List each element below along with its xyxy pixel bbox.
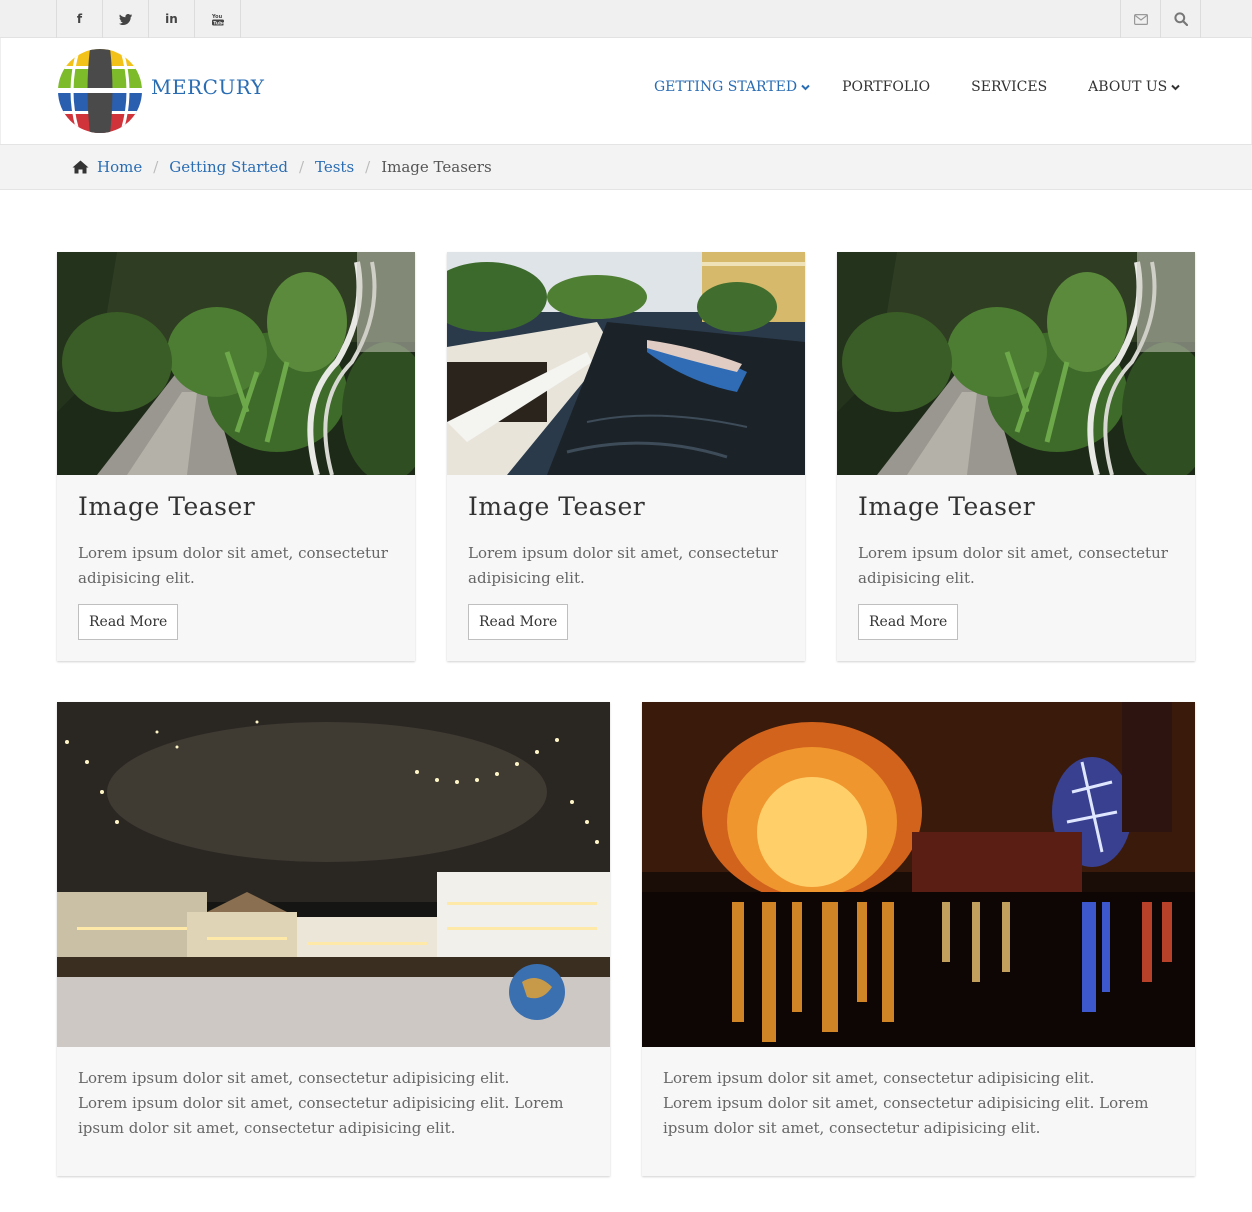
- twitter-icon[interactable]: [103, 0, 149, 38]
- nav-about-us[interactable]: ABOUT US: [1088, 79, 1180, 95]
- teaser-text-line: Lorem ipsum dolor sit amet, consectetur …: [663, 1069, 1095, 1087]
- night-square-photo[interactable]: [57, 702, 610, 1047]
- teaser-text: Lorem ipsum dolor sit amet, consectetur …: [78, 541, 388, 591]
- teaser-title: Image Teaser: [858, 492, 1036, 521]
- youtube-icon[interactable]: You Tube: [195, 0, 241, 38]
- nav-label: PORTFOLIO: [842, 79, 931, 95]
- breadcrumb-separator: /: [298, 158, 305, 176]
- breadcrumb-home[interactable]: Home: [97, 158, 142, 176]
- image-teaser-card: Image Teaser Lorem ipsum dolor sit amet,…: [57, 252, 415, 661]
- social-links: f in You Tube: [56, 0, 241, 38]
- teaser-text-line: adipisicing elit.: [78, 569, 195, 587]
- home-icon[interactable]: [72, 160, 89, 174]
- teaser-text: Lorem ipsum dolor sit amet, consectetur …: [468, 541, 778, 591]
- breadcrumb-separator: /: [365, 158, 371, 176]
- nav-label: GETTING STARTED: [654, 79, 798, 95]
- teaser-text-line: ipsum dolor sit amet, consectetur adipis…: [663, 1119, 1041, 1137]
- brand-name[interactable]: MERCURY: [151, 75, 264, 99]
- chevron-down-icon: [1171, 79, 1180, 95]
- teaser-text-line: Lorem ipsum dolor sit amet, consectetur: [858, 544, 1168, 562]
- teaser-text-line: Lorem ipsum dolor sit amet, consectetur: [78, 544, 388, 562]
- breadcrumb-current: Image Teasers: [381, 158, 492, 176]
- teaser-text: Lorem ipsum dolor sit amet, consectetur …: [78, 1066, 563, 1141]
- linkedin-icon[interactable]: in: [149, 0, 195, 38]
- nav-label: SERVICES: [971, 79, 1048, 95]
- teaser-text-line: adipisicing elit.: [468, 569, 585, 587]
- wide-image-teaser-card: Lorem ipsum dolor sit amet, consectetur …: [642, 702, 1195, 1176]
- search-icon[interactable]: [1161, 0, 1201, 38]
- mercury-logo-icon[interactable]: [57, 48, 143, 134]
- nav-label: ABOUT US: [1088, 79, 1168, 95]
- chevron-down-icon: [801, 79, 810, 95]
- teaser-text-line: ipsum dolor sit amet, consectetur adipis…: [78, 1119, 456, 1137]
- breadcrumb: Home / Getting Started / Tests / Image T…: [72, 158, 492, 176]
- breadcrumb-tests[interactable]: Tests: [315, 158, 354, 176]
- teaser-text-line: Lorem ipsum dolor sit amet, consectetur …: [663, 1094, 1149, 1112]
- garden-stairs-photo[interactable]: [57, 252, 415, 475]
- teaser-title: Image Teaser: [78, 492, 256, 521]
- image-teaser-card: Image Teaser Lorem ipsum dolor sit amet,…: [837, 252, 1195, 661]
- nav-getting-started[interactable]: GETTING STARTED: [654, 79, 810, 95]
- read-more-button[interactable]: Read More: [858, 604, 959, 640]
- nav-portfolio[interactable]: PORTFOLIO: [842, 79, 930, 95]
- teaser-text-line: Lorem ipsum dolor sit amet, consectetur …: [78, 1069, 510, 1087]
- breadcrumb-separator: /: [153, 158, 159, 176]
- svg-text:Tube: Tube: [213, 20, 224, 26]
- read-more-button[interactable]: Read More: [78, 604, 179, 640]
- facebook-icon[interactable]: f: [57, 0, 103, 38]
- site-header: MERCURY GETTING STARTED PORTFOLIO SERVIC…: [0, 38, 1252, 144]
- read-more-button[interactable]: Read More: [468, 604, 569, 640]
- teaser-text-line: adipisicing elit.: [858, 569, 975, 587]
- nav-services[interactable]: SERVICES: [971, 79, 1047, 95]
- mail-icon[interactable]: [1121, 0, 1161, 38]
- svg-text:You: You: [212, 14, 223, 20]
- top-bar: f in You Tube: [0, 0, 1252, 38]
- teaser-text-line: Lorem ipsum dolor sit amet, consectetur: [468, 544, 778, 562]
- canal-boat-photo[interactable]: [447, 252, 805, 475]
- teaser-text: Lorem ipsum dolor sit amet, consectetur …: [663, 1066, 1148, 1141]
- teaser-text-line: Lorem ipsum dolor sit amet, consectetur …: [78, 1094, 564, 1112]
- breadcrumb-getting-started[interactable]: Getting Started: [169, 158, 288, 176]
- lights-lake-photo[interactable]: [642, 702, 1195, 1047]
- top-actions: [1120, 0, 1201, 38]
- breadcrumb-bar: Home / Getting Started / Tests / Image T…: [0, 144, 1252, 190]
- wide-image-teaser-card: Lorem ipsum dolor sit amet, consectetur …: [57, 702, 610, 1176]
- image-teaser-card: Image Teaser Lorem ipsum dolor sit amet,…: [447, 252, 805, 661]
- teaser-text: Lorem ipsum dolor sit amet, consectetur …: [858, 541, 1168, 591]
- main-nav: GETTING STARTED PORTFOLIO SERVICES ABOUT…: [654, 79, 1180, 95]
- garden-stairs-photo[interactable]: [837, 252, 1195, 475]
- teaser-title: Image Teaser: [468, 492, 646, 521]
